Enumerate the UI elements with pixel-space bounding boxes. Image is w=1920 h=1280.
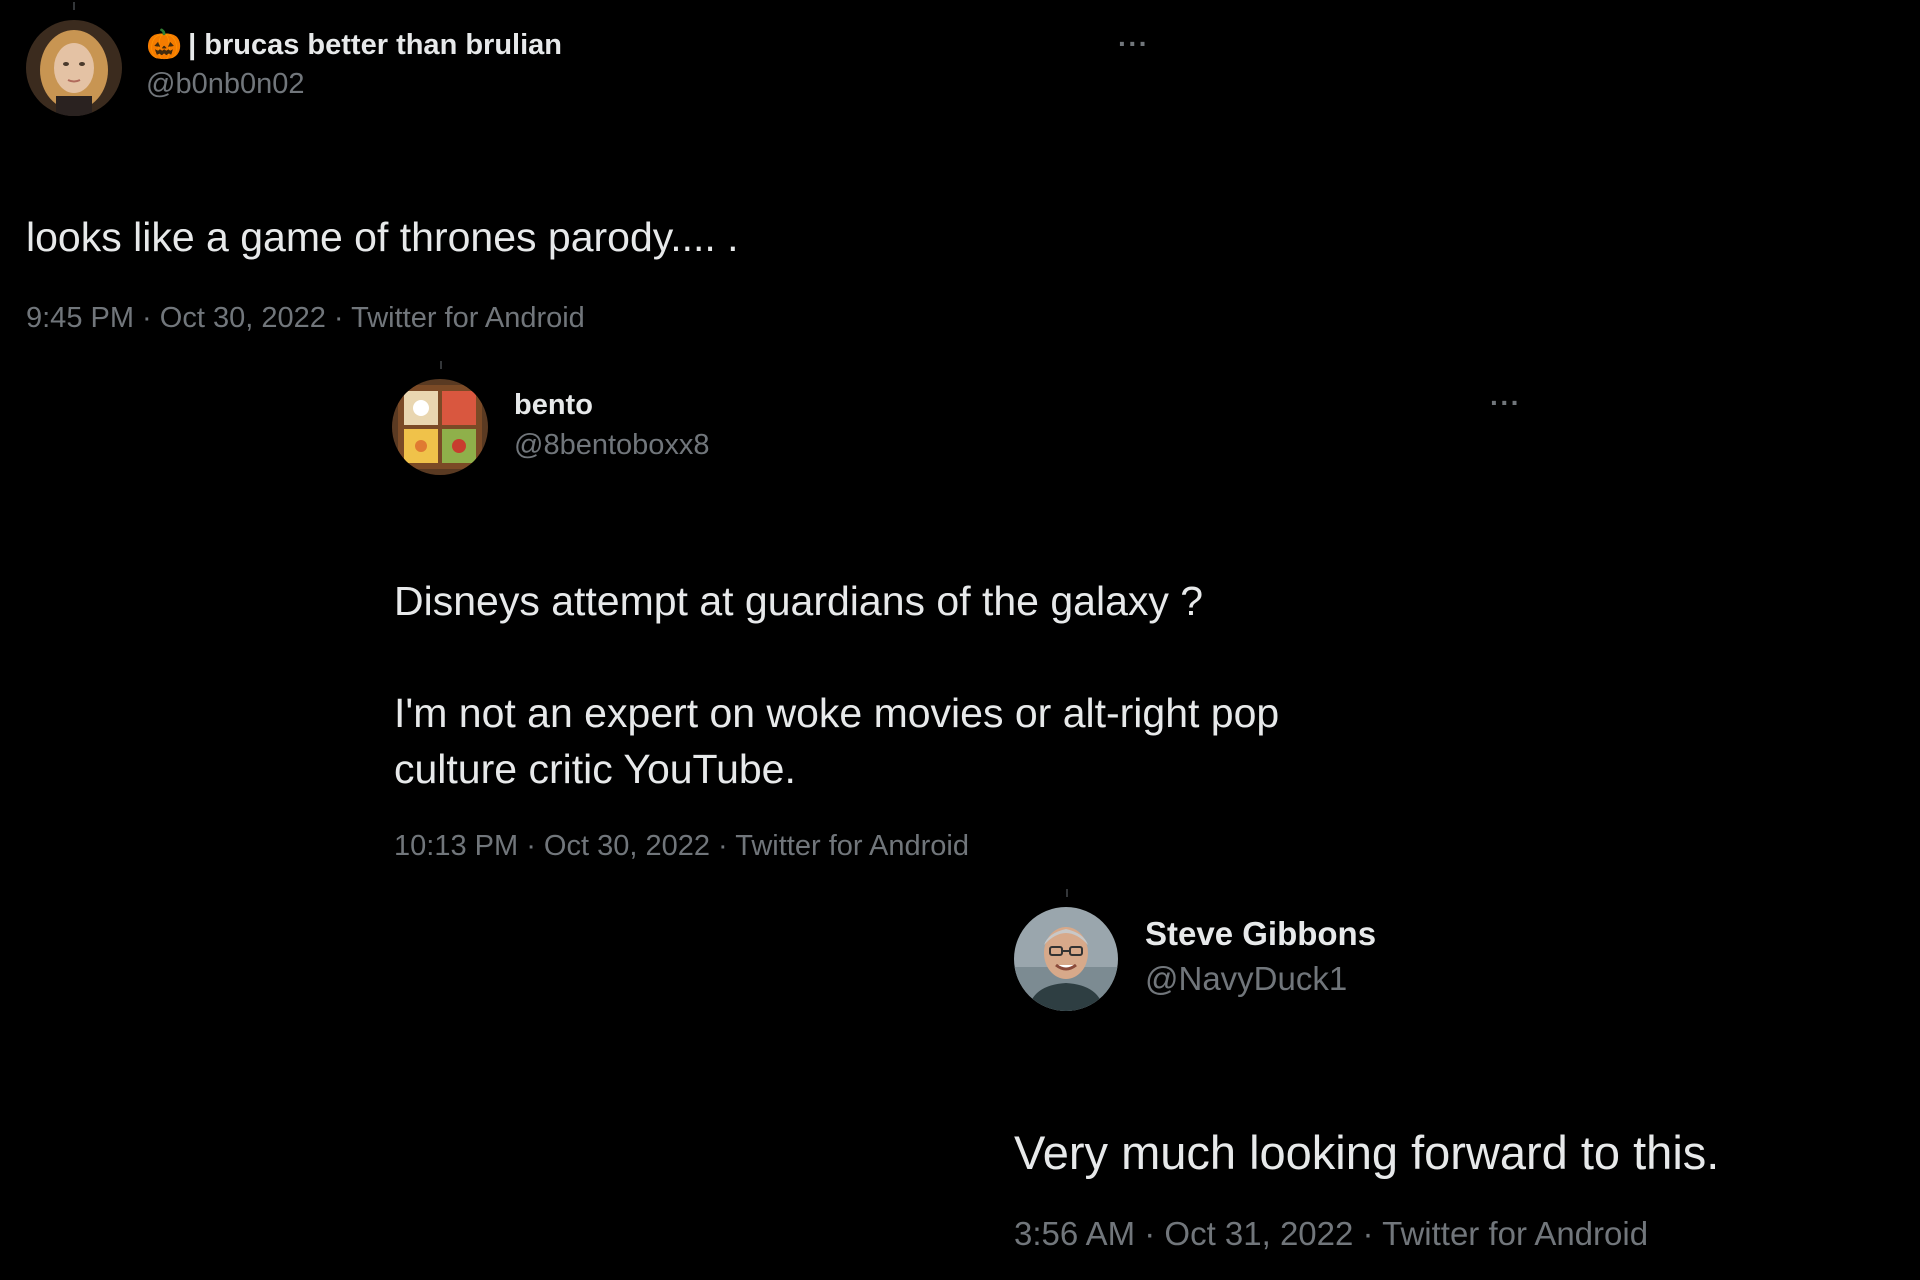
thread-connector [73, 2, 75, 10]
more-options-icon[interactable]: ··· [1490, 387, 1521, 419]
tweet-source: Twitter for Android [735, 830, 969, 862]
tweet-text: Very much looking forward to this. [1014, 1126, 1720, 1179]
meta-separator: · [1135, 1215, 1165, 1252]
tweet-metadata: 9:45 PM · Oct 30, 2022 · Twitter for And… [26, 302, 585, 335]
meta-separator: · [325, 302, 352, 334]
display-name[interactable]: 🎃 | brucas better than brulian [146, 28, 562, 62]
avatar-steve-icon [1014, 907, 1118, 1011]
user-handle[interactable]: @8bentoboxx8 [514, 429, 710, 462]
tweet-date[interactable]: Oct 30, 2022 [544, 830, 710, 862]
tweet-text: Disneys attempt at guardians of the gala… [394, 578, 1280, 792]
tweet-source: Twitter for Android [351, 302, 585, 334]
meta-separator: · [709, 830, 736, 862]
thread-connector [440, 361, 442, 369]
tweet-text: looks like a game of thrones parody.... … [26, 214, 739, 260]
tweet-source: Twitter for Android [1382, 1215, 1649, 1252]
tweet-time[interactable]: 10:13 PM [394, 830, 518, 862]
display-name-text: | brucas better than brulian [188, 29, 563, 61]
tweet-date[interactable]: Oct 30, 2022 [160, 302, 326, 334]
tweet-metadata: 10:13 PM · Oct 30, 2022 · Twitter for An… [394, 830, 969, 863]
meta-separator: · [1353, 1215, 1383, 1252]
tweet-time[interactable]: 9:45 PM [26, 302, 134, 334]
pumpkin-icon: 🎃 [146, 29, 183, 61]
user-handle[interactable]: @NavyDuck1 [1145, 960, 1347, 998]
meta-separator: · [134, 302, 160, 334]
tweet-steve-gibbons[interactable]: Steve Gibbons @NavyDuck1 Very much looki… [1000, 885, 1920, 1280]
tweet-metadata: 3:56 AM · Oct 31, 2022 · Twitter for And… [1014, 1215, 1648, 1253]
meta-separator: · [518, 830, 544, 862]
thread-connector [1066, 889, 1068, 897]
tweet-brucas[interactable]: 🎃 | brucas better than brulian @b0nb0n02 … [0, 0, 1180, 350]
avatar-brucas-icon [26, 20, 122, 116]
display-name[interactable]: bento [514, 389, 593, 422]
tweet-bento[interactable]: bento @8bentoboxx8 ··· Disneys attempt a… [370, 355, 1550, 875]
avatar[interactable] [392, 379, 488, 475]
avatar[interactable] [1014, 907, 1118, 1011]
more-options-icon[interactable]: ··· [1118, 28, 1149, 60]
avatar-bento-icon [392, 379, 488, 475]
tweet-date[interactable]: Oct 31, 2022 [1164, 1215, 1353, 1252]
display-name[interactable]: Steve Gibbons [1145, 915, 1376, 953]
tweet-time[interactable]: 3:56 AM [1014, 1215, 1135, 1252]
avatar[interactable] [26, 20, 122, 116]
user-handle[interactable]: @b0nb0n02 [146, 68, 304, 101]
